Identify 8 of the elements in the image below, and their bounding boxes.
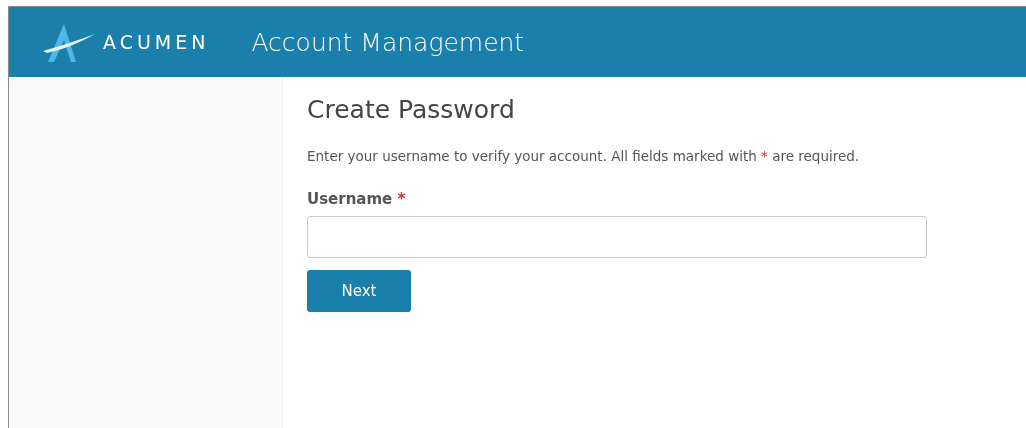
page-title: Account Management xyxy=(251,27,525,57)
input-field[interactable] xyxy=(307,216,927,258)
form-heading: Create Password xyxy=(307,95,516,124)
logo-icon xyxy=(43,22,95,62)
instructions-text: Enter your username to verify your account. All fields marked with * are required. xyxy=(307,148,861,164)
field-label: Username * xyxy=(307,190,407,208)
next-button[interactable]: Next xyxy=(307,270,411,312)
brand-name: ACUMEN xyxy=(103,31,210,53)
